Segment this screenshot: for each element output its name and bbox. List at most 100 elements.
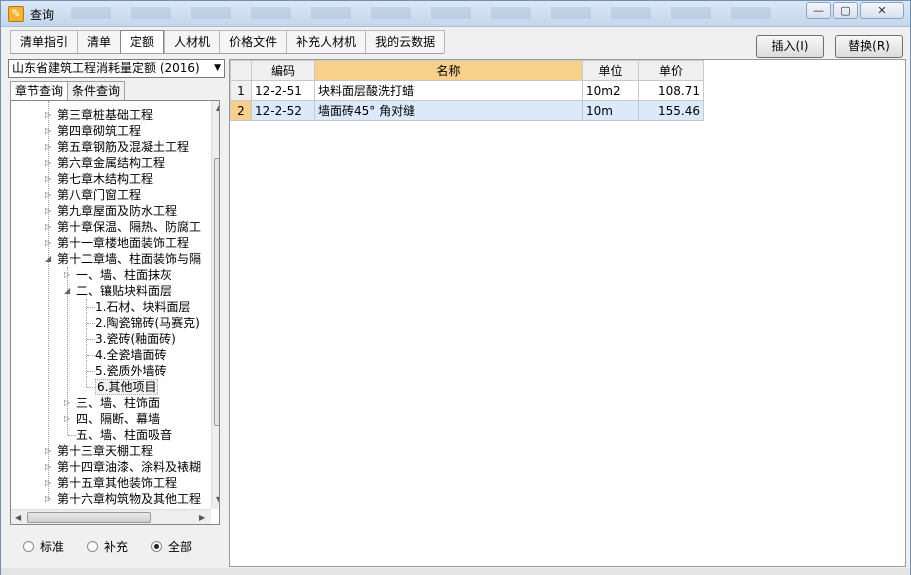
quota-library-value: 山东省建筑工程消耗量定额 (2016) xyxy=(12,61,200,75)
radio-supplement-label: 补充 xyxy=(104,540,129,554)
cell-price[interactable]: 155.46 xyxy=(638,100,704,121)
tree-item[interactable]: 五、墙、柱面吸音 xyxy=(76,428,172,442)
maximize-icon[interactable]: ▢ xyxy=(833,2,858,19)
table-row[interactable]: 1 12-2-51 块料面层酸洗打蜡 10m2 108.71 xyxy=(230,80,704,101)
tree-item[interactable]: 5.瓷质外墙砖 xyxy=(95,364,166,378)
column-header-code[interactable]: 编码 xyxy=(251,60,315,81)
radio-all-label: 全部 xyxy=(168,540,193,554)
replace-button[interactable]: 替换(R) xyxy=(835,35,903,58)
expand-icon[interactable]: ▷ xyxy=(45,219,51,235)
radio-standard-label: 标准 xyxy=(40,540,65,554)
row-index: 1 xyxy=(230,80,252,101)
expand-icon[interactable]: ▷ xyxy=(45,171,51,187)
tree-item[interactable]: 二、镶贴块料面层 xyxy=(76,284,172,298)
tree-item[interactable]: 第十一章楼地面装饰工程 xyxy=(57,236,189,250)
expand-icon[interactable]: ▷ xyxy=(45,459,51,475)
tab-list[interactable]: 清单 xyxy=(77,30,122,53)
tree-item[interactable]: 第九章屋面及防水工程 xyxy=(57,204,177,218)
tree-vertical-scrollbar[interactable]: ▲ ▼ xyxy=(211,101,219,509)
expand-icon[interactable]: ▷ xyxy=(45,491,51,507)
tree-item[interactable]: 第十章保温、隔热、防腐工 xyxy=(57,220,201,234)
cell-name[interactable]: 墙面砖45° 角对缝 xyxy=(314,100,583,121)
expand-icon[interactable]: ▷ xyxy=(45,155,51,171)
tree-item[interactable]: 第六章金属结构工程 xyxy=(57,156,165,170)
tree-item[interactable]: 第五章钢筋及混凝土工程 xyxy=(57,140,189,154)
cell-price[interactable]: 108.71 xyxy=(638,80,704,101)
scrollbar-thumb[interactable] xyxy=(27,512,151,523)
expand-icon[interactable]: ▷ xyxy=(45,107,51,123)
expand-icon[interactable]: ▷ xyxy=(45,187,51,203)
cell-unit[interactable]: 10m2 xyxy=(582,80,639,101)
tree-item[interactable]: 三、墙、柱饰面 xyxy=(76,396,160,410)
radio-standard[interactable]: 标准 xyxy=(23,538,64,555)
tree-item[interactable]: 4.全瓷墙面砖 xyxy=(95,348,166,362)
expand-icon[interactable]: ▷ xyxy=(64,395,70,411)
tree-item[interactable]: 2.陶瓷锦砖(马赛克) xyxy=(95,316,200,330)
tree-guide-line xyxy=(86,299,87,387)
radio-all[interactable]: 全部 xyxy=(151,538,192,555)
table-row-selected[interactable]: 2 12-2-52 墙面砖45° 角对缝 10m 155.46 xyxy=(230,100,704,121)
chevron-down-icon[interactable]: ▼ xyxy=(214,60,221,77)
cell-code[interactable]: 12-2-52 xyxy=(251,100,315,121)
scroll-up-icon[interactable]: ▲ xyxy=(216,103,219,112)
tab-price-file[interactable]: 价格文件 xyxy=(219,30,288,53)
tree-item[interactable]: 第十五章其他装饰工程 xyxy=(57,476,177,490)
expand-icon[interactable]: ▷ xyxy=(64,267,70,283)
tab-chapter-query[interactable]: 章节查询 xyxy=(10,81,69,101)
expand-icon[interactable]: ▷ xyxy=(45,139,51,155)
expand-icon[interactable]: ▷ xyxy=(45,235,51,251)
scroll-left-icon[interactable]: ◀ xyxy=(15,513,21,522)
quota-grid: 编码 名称 单位 单价 1 12-2-51 块料面层酸洗打蜡 10m2 108.… xyxy=(229,59,906,567)
query-subtabs: 章节查询 条件查询 xyxy=(10,81,126,101)
expand-icon[interactable]: ▷ xyxy=(45,203,51,219)
radio-icon[interactable] xyxy=(23,541,34,552)
tree-item[interactable]: 第四章砌筑工程 xyxy=(57,124,141,138)
insert-button[interactable]: 插入(I) xyxy=(756,35,824,58)
column-header-unit[interactable]: 单位 xyxy=(582,60,639,81)
tree-item-selected[interactable]: 6.其他项目 xyxy=(95,379,159,395)
scroll-right-icon[interactable]: ▶ xyxy=(199,513,205,522)
collapse-icon[interactable]: ◢ xyxy=(64,283,70,299)
minimize-icon[interactable]: — xyxy=(806,2,831,19)
tab-condition-query[interactable]: 条件查询 xyxy=(67,81,126,100)
tree-item[interactable]: 3.瓷砖(釉面砖) xyxy=(95,332,176,346)
expand-icon[interactable]: ▷ xyxy=(45,443,51,459)
cell-unit[interactable]: 10m xyxy=(582,100,639,121)
tree-item[interactable]: 第十六章构筑物及其他工程 xyxy=(57,492,201,506)
close-icon[interactable]: ✕ xyxy=(860,2,904,19)
expand-icon[interactable]: ▷ xyxy=(45,123,51,139)
tree-item[interactable]: 第十四章油漆、涂料及裱糊 xyxy=(57,460,201,474)
tree-item[interactable]: 一、墙、柱面抹灰 xyxy=(76,268,172,282)
column-header-name[interactable]: 名称 xyxy=(314,60,583,81)
tab-list-guide[interactable]: 清单指引 xyxy=(10,30,79,53)
tree-item[interactable]: 第八章门窗工程 xyxy=(57,188,141,202)
radio-supplement[interactable]: 补充 xyxy=(87,538,128,555)
tree-item[interactable]: 1.石材、块料面层 xyxy=(95,300,190,314)
collapse-icon[interactable]: ◢ xyxy=(45,251,51,267)
cell-code[interactable]: 12-2-51 xyxy=(251,80,315,101)
cell-name[interactable]: 块料面层酸洗打蜡 xyxy=(314,80,583,101)
expand-icon[interactable]: ▷ xyxy=(64,411,70,427)
column-header-price[interactable]: 单价 xyxy=(638,60,704,81)
window-title: 查询 xyxy=(30,8,55,22)
tree-horizontal-scrollbar[interactable]: ◀ ▶ xyxy=(11,509,211,524)
grid-corner xyxy=(230,60,252,81)
expand-icon[interactable]: ▷ xyxy=(45,475,51,491)
tab-supplement-lmm[interactable]: 补充人材机 xyxy=(286,30,367,53)
tree-item[interactable]: 四、隔断、幕墙 xyxy=(76,412,160,426)
chapter-tree: ▷ 第三章桩基础工程 ▷ 第四章砌筑工程 ▷ 第五章钢筋及混凝土工程 ▷ 第六章金属结构… xyxy=(10,100,220,525)
tab-quota[interactable]: 定额 xyxy=(120,30,166,53)
scroll-down-icon[interactable]: ▼ xyxy=(216,495,219,504)
quota-library-select[interactable]: 山东省建筑工程消耗量定额 (2016) ▼ xyxy=(8,59,225,78)
tree-item[interactable]: 第三章桩基础工程 xyxy=(57,108,153,122)
radio-icon-checked[interactable] xyxy=(151,541,162,552)
scrollbar-thumb[interactable] xyxy=(214,158,219,426)
tab-my-cloud-data[interactable]: 我的云数据 xyxy=(365,30,446,53)
tree-item[interactable]: 第十二章墙、柱面装饰与隔 xyxy=(57,252,201,266)
tab-labor-material-machine[interactable]: 人材机 xyxy=(164,30,221,53)
tree-item[interactable]: 第十三章天棚工程 xyxy=(57,444,153,458)
app-icon: ✎ xyxy=(8,6,24,22)
tree-item[interactable]: 第七章木结构工程 xyxy=(57,172,153,186)
radio-icon[interactable] xyxy=(87,541,98,552)
title-bar-background-text xyxy=(71,7,771,19)
